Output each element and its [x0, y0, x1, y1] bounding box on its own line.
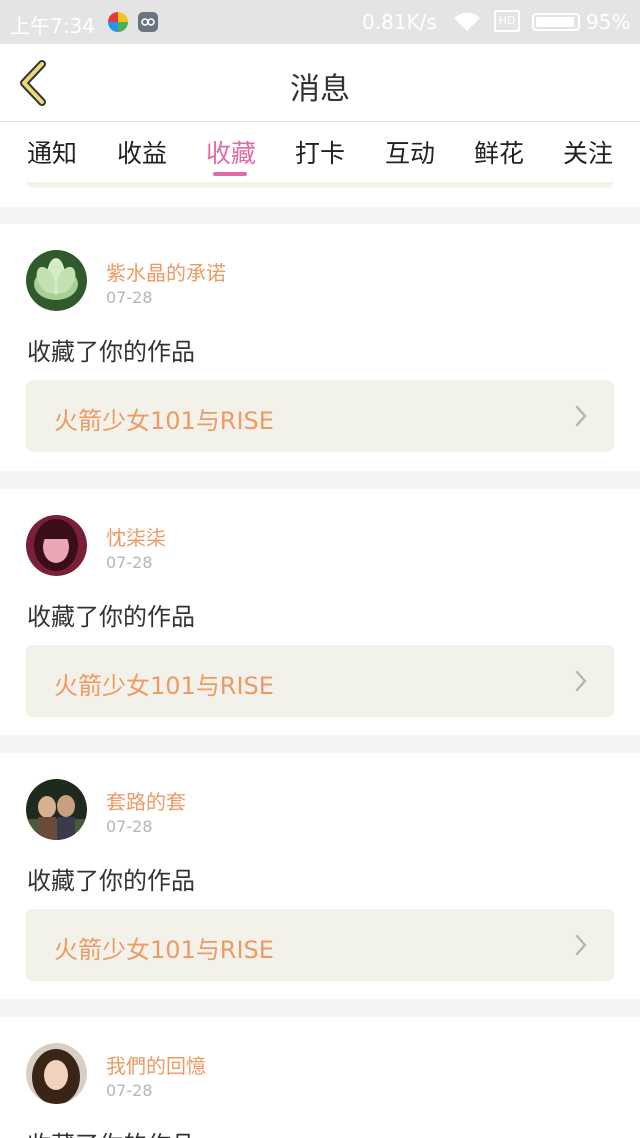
username[interactable]: 套路的套 — [106, 786, 186, 815]
tab-notify[interactable]: 通知 — [17, 134, 87, 170]
notification-card: 套路的套 07-28 收藏了你的作品 火箭少女101与RISE — [0, 753, 640, 999]
username[interactable]: 紫水晶的承诺 — [106, 257, 226, 286]
notification-date: 07-28 — [106, 553, 153, 572]
page-title: 消息 — [290, 72, 350, 107]
action-text: 收藏了你的作品 — [27, 867, 195, 895]
status-bar: 上午7:34 0.81K/s HD 95% — [0, 0, 640, 44]
active-tab-indicator — [213, 172, 247, 176]
tab-checkin[interactable]: 打卡 — [285, 134, 355, 170]
action-text: 收藏了你的作品 — [27, 603, 195, 631]
username[interactable]: 我們的回憶 — [106, 1050, 206, 1079]
work-link[interactable]: 火箭少女101与RISE — [26, 380, 614, 452]
work-link[interactable]: 火箭少女101与RISE — [26, 909, 614, 981]
work-title: 火箭少女101与RISE — [54, 407, 274, 435]
tab-earnings[interactable]: 收益 — [107, 134, 177, 170]
tab-favorites[interactable]: 收藏 — [196, 134, 266, 170]
previous-work-box — [26, 182, 614, 188]
app-notification-icon — [108, 12, 128, 32]
tab-flowers[interactable]: 鲜花 — [464, 134, 534, 170]
sim-icon: HD — [494, 10, 520, 32]
battery-percent: 95% — [586, 10, 631, 34]
network-speed: 0.81K/s — [362, 10, 437, 34]
app-notification-icon-2 — [138, 12, 158, 32]
action-text: 收藏了你的作品 — [27, 338, 195, 366]
notification-date: 07-28 — [106, 817, 153, 836]
chevron-right-icon — [574, 404, 588, 432]
woman-portrait-avatar[interactable] — [26, 1043, 87, 1104]
work-title: 火箭少女101与RISE — [54, 672, 274, 700]
previous-card-partial — [0, 182, 640, 207]
username[interactable]: 忱柒柒 — [106, 522, 166, 551]
couple-photo-avatar[interactable] — [26, 779, 87, 840]
notification-date: 07-28 — [106, 288, 153, 307]
tab-interaction[interactable]: 互动 — [375, 134, 445, 170]
work-link[interactable]: 火箭少女101与RISE — [26, 645, 614, 717]
chevron-right-icon — [574, 933, 588, 961]
header-bar: 消息 — [0, 44, 640, 122]
chevron-right-icon — [574, 669, 588, 697]
status-time: 上午7:34 — [10, 14, 95, 38]
tab-bar: 通知 收益 收藏 打卡 互动 鲜花 关注 — [0, 122, 640, 188]
notification-date: 07-28 — [106, 1081, 153, 1100]
wifi-icon — [452, 11, 482, 38]
notification-card: 忱柒柒 07-28 收藏了你的作品 火箭少女101与RISE — [0, 489, 640, 735]
work-title: 火箭少女101与RISE — [54, 936, 274, 964]
battery-icon — [532, 13, 580, 31]
lotus-flower-avatar[interactable] — [26, 250, 87, 311]
notification-card: 我們的回憶 07-28 收藏了你的作品 — [0, 1017, 640, 1138]
notification-card: 紫水晶的承诺 07-28 收藏了你的作品 火箭少女101与RISE — [0, 224, 640, 471]
girl-portrait-avatar[interactable] — [26, 515, 87, 576]
tab-follow[interactable]: 关注 — [553, 134, 623, 170]
action-text: 收藏了你的作品 — [27, 1125, 195, 1138]
